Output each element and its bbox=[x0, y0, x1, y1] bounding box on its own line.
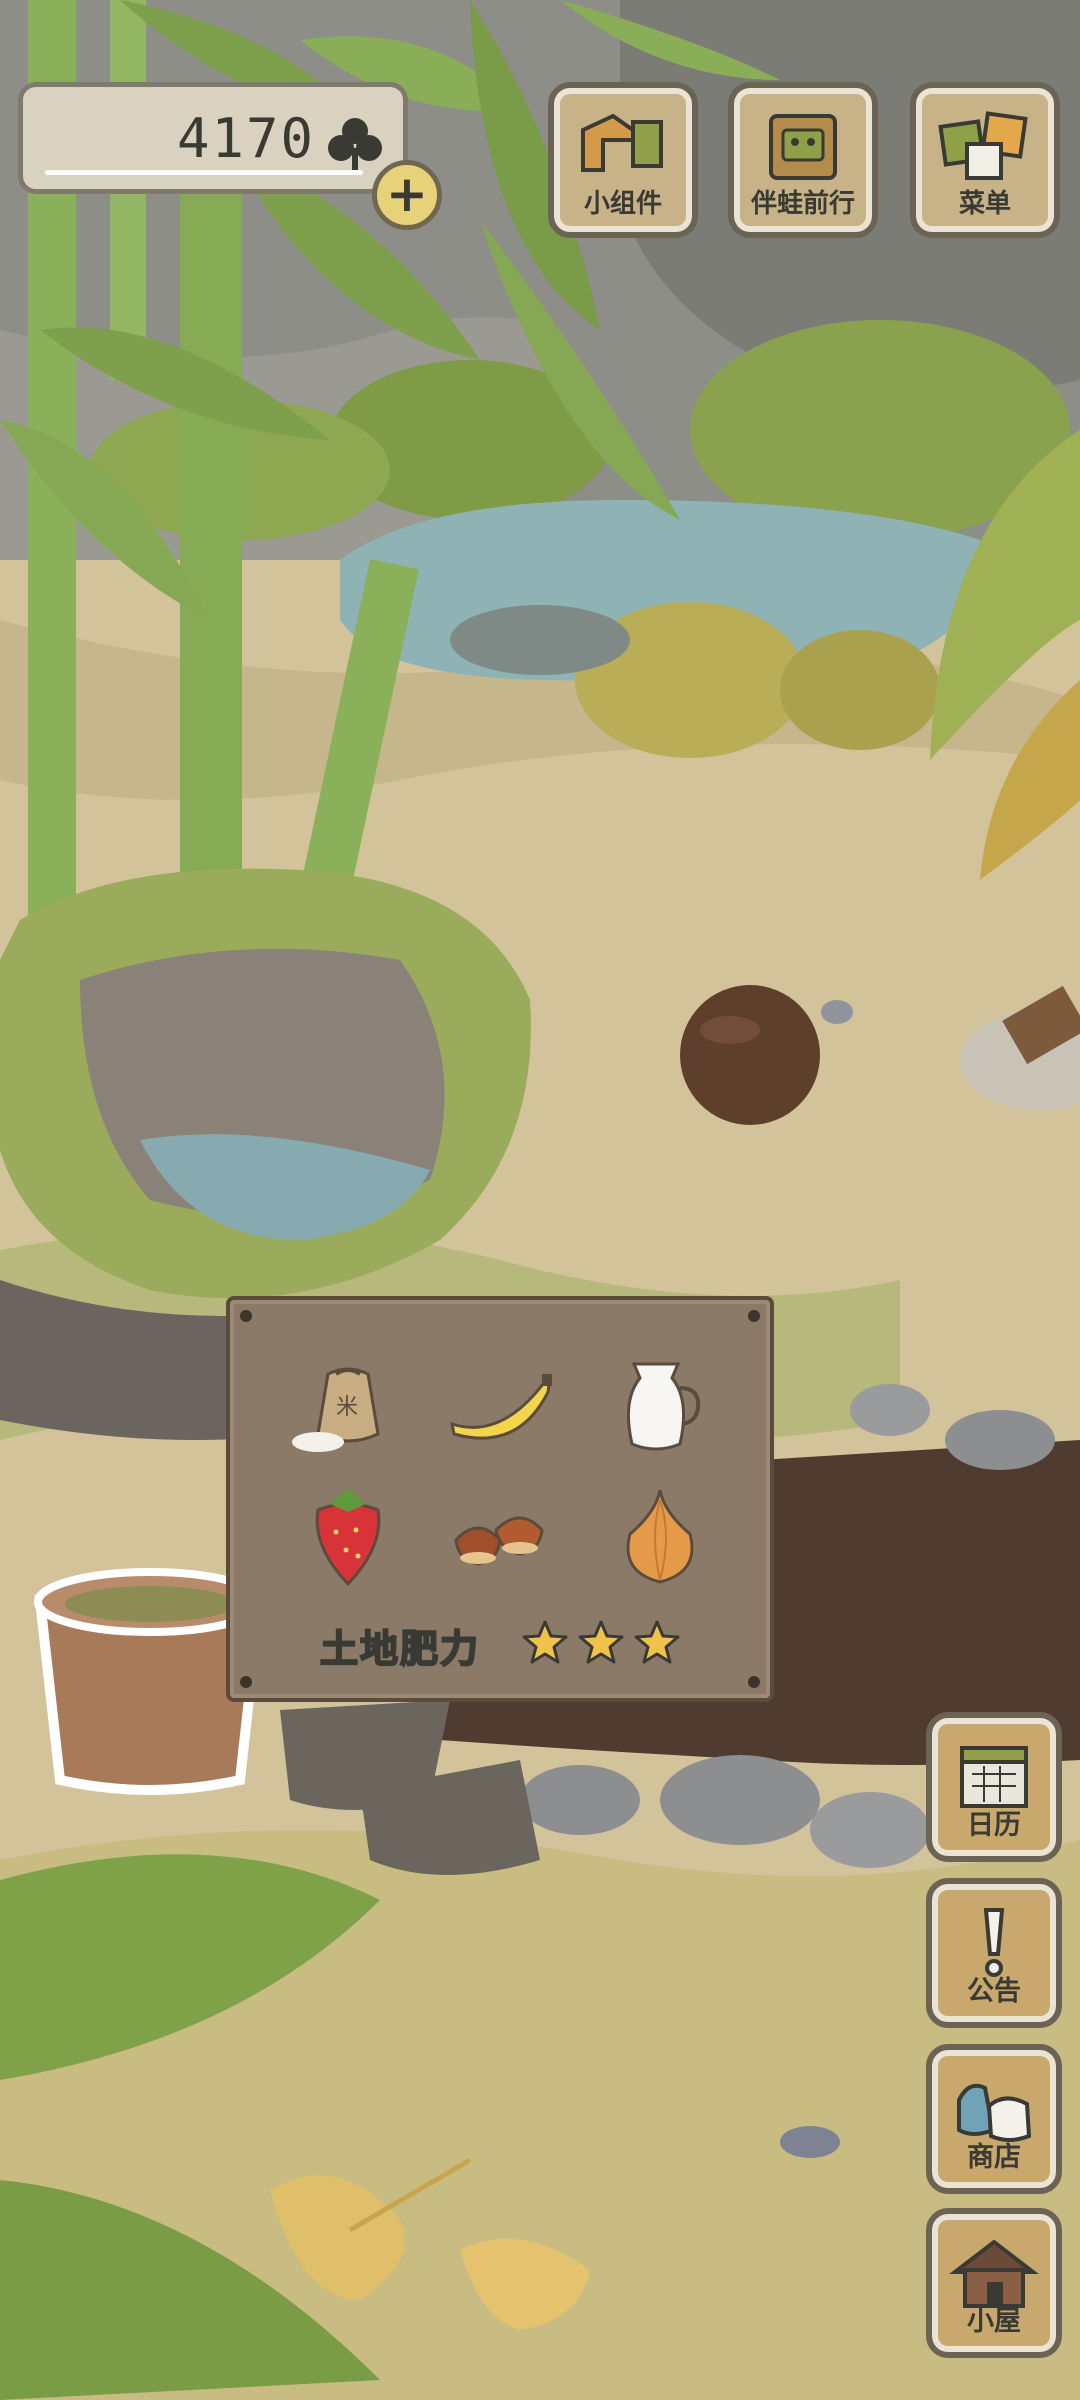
shop-label: 商店 bbox=[967, 2142, 1021, 2173]
menu-button[interactable]: 菜单 bbox=[910, 82, 1060, 238]
notice-button[interactable]: 公告 bbox=[926, 1878, 1062, 2028]
house-label: 小屋 bbox=[967, 2306, 1021, 2337]
add-clover-button[interactable]: + bbox=[372, 160, 442, 230]
star-icon bbox=[522, 1620, 568, 1664]
widget-button[interactable]: 小组件 bbox=[548, 82, 698, 238]
item-slot-chestnut[interactable] bbox=[442, 1476, 562, 1596]
menu-icon bbox=[938, 111, 1028, 180]
frog-travel-button[interactable]: 伴蛙前行 bbox=[728, 82, 878, 238]
house-button[interactable]: 小屋 bbox=[926, 2208, 1062, 2358]
item-slot-banana[interactable] bbox=[442, 1344, 562, 1464]
garden-scene-background bbox=[0, 0, 1080, 2400]
rice-sack-icon: 米 bbox=[292, 1367, 380, 1452]
clover-counter: 4170 bbox=[18, 82, 408, 194]
nail bbox=[240, 1310, 252, 1322]
star-icon bbox=[578, 1620, 624, 1664]
banana-icon bbox=[450, 1374, 552, 1440]
widget-icon bbox=[581, 113, 663, 172]
garden-fertility-panel: 米 土地肥力 bbox=[226, 1296, 774, 1702]
menu-label: 菜单 bbox=[958, 189, 1011, 219]
calendar-label: 日历 bbox=[967, 1810, 1021, 1841]
item-slot-milk[interactable] bbox=[600, 1344, 720, 1464]
chestnut-icon bbox=[454, 1516, 544, 1566]
milk-jug-icon bbox=[626, 1362, 701, 1451]
calendar-button[interactable]: 日历 bbox=[926, 1712, 1062, 1862]
frog-travel-label: 伴蛙前行 bbox=[750, 189, 855, 219]
item-slot-strawberry[interactable] bbox=[288, 1476, 408, 1596]
nail bbox=[748, 1676, 760, 1688]
item-slot-onion[interactable] bbox=[600, 1476, 720, 1596]
frog-travel-icon bbox=[769, 114, 837, 180]
counter-underline bbox=[45, 170, 363, 175]
clover-icon bbox=[328, 118, 382, 172]
item-slot-rice[interactable]: 米 bbox=[288, 1344, 408, 1464]
fertility-stars bbox=[520, 1618, 682, 1668]
strawberry-icon bbox=[315, 1488, 381, 1587]
svg-text:米: 米 bbox=[336, 1395, 358, 1420]
notice-label: 公告 bbox=[967, 1976, 1021, 2007]
nail bbox=[748, 1310, 760, 1322]
nail bbox=[240, 1676, 252, 1688]
shop-button[interactable]: 商店 bbox=[926, 2044, 1062, 2194]
star-icon bbox=[634, 1620, 680, 1664]
plus-icon: + bbox=[386, 165, 428, 223]
widget-label: 小组件 bbox=[583, 189, 662, 219]
clover-amount: 4170 bbox=[176, 107, 315, 170]
soil-fertility-label: 土地肥力 bbox=[319, 1626, 481, 1672]
onion-icon bbox=[626, 1489, 694, 1584]
